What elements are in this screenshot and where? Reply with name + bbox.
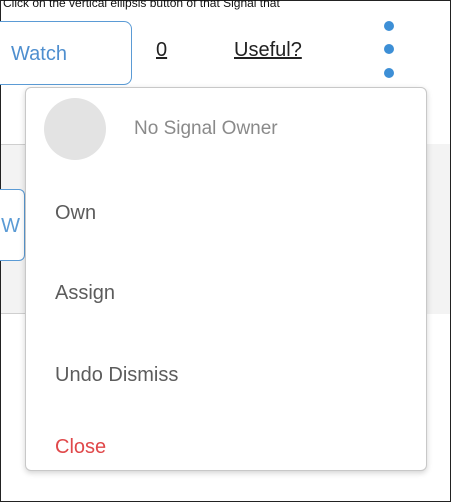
menu-item-assign[interactable]: Assign: [55, 282, 115, 305]
owner-row: No Signal Owner: [26, 88, 426, 172]
menu-item-undo-dismiss[interactable]: Undo Dismiss: [55, 364, 178, 387]
background-watch-button[interactable]: W: [0, 189, 25, 261]
avatar: [44, 98, 106, 160]
ellipsis-dot: [384, 44, 394, 54]
watch-button[interactable]: Watch: [0, 21, 132, 85]
menu-item-close[interactable]: Close: [55, 436, 106, 459]
ellipsis-dot: [384, 68, 394, 78]
menu-item-own[interactable]: Own: [55, 202, 96, 225]
instruction-text: Click on the vertical ellipsis button of…: [3, 0, 280, 10]
signal-actions-menu: No Signal Owner Own Assign Undo Dismiss …: [25, 87, 427, 471]
vertical-ellipsis-icon[interactable]: [379, 21, 399, 83]
useful-link[interactable]: Useful?: [234, 39, 302, 62]
screenshot-frame: Click on the vertical ellipsis button of…: [0, 0, 451, 502]
useful-count-link[interactable]: 0: [156, 39, 167, 62]
owner-label: No Signal Owner: [134, 118, 278, 139]
ellipsis-dot: [384, 21, 394, 31]
